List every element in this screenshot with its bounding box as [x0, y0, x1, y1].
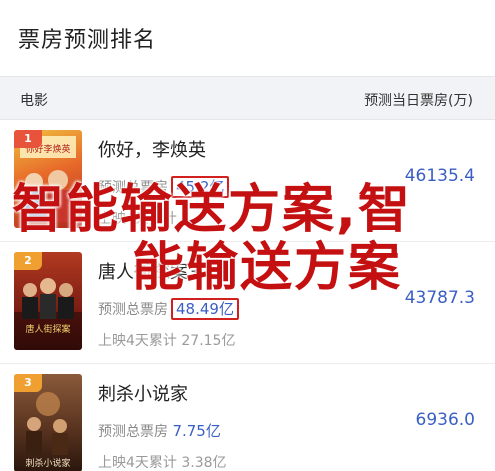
- predicted-total-value: 48.49亿: [171, 298, 239, 320]
- release-cumulative-line: 上映4天累计 27.15亿: [98, 330, 235, 350]
- movie-poster: 刺杀小说家 3: [14, 374, 82, 471]
- predicted-total-label: 预测总票房: [98, 302, 168, 318]
- film-name: 你好，李焕英: [98, 140, 206, 161]
- today-predicted-value: 46135.4: [404, 166, 475, 186]
- watermark-line-2: 能输送方案: [132, 238, 403, 298]
- table-header: 电影 预测当日票房(万): [0, 76, 495, 120]
- column-header-film: 电影: [20, 93, 48, 109]
- today-predicted-value: 43787.3: [404, 288, 475, 308]
- today-predicted-value: 6936.0: [415, 410, 475, 430]
- poster-title-text: 唐人街探案: [25, 323, 70, 335]
- release-cumulative-line: 上映4天累计 3.38亿: [98, 452, 227, 471]
- watermark-line-1: 智能输送方案,智: [12, 180, 412, 240]
- table-row[interactable]: 刺杀小说家 3 刺杀小说家 预测总票房 7.75亿 上映4天累计 3.38亿 6…: [0, 364, 495, 471]
- predicted-total-line: 预测总票房 48.49亿: [98, 298, 239, 320]
- release-cumulative-value: 27.15亿: [181, 333, 236, 349]
- header: 票房预测排名: [0, 0, 495, 76]
- rank-badge: 1: [14, 130, 42, 148]
- poster-title-text: 刺杀小说家: [25, 457, 70, 469]
- page-title: 票房预测排名: [18, 28, 157, 53]
- predicted-total-value: 7.75亿: [172, 422, 221, 440]
- release-cumulative-value: 3.38亿: [181, 455, 227, 471]
- rank-badge: 2: [14, 252, 42, 270]
- predicted-total-label: 预测总票房: [98, 424, 168, 440]
- column-header-pred-today: 预测当日票房(万): [364, 93, 473, 109]
- film-name: 刺杀小说家: [98, 384, 188, 405]
- release-cumulative-label: 上映4天累计: [98, 333, 177, 349]
- movie-poster: 唐人街探案 2: [14, 252, 82, 350]
- predicted-total-line: 预测总票房 7.75亿: [98, 420, 221, 441]
- release-cumulative-label: 上映4天累计: [98, 455, 177, 471]
- rank-badge: 3: [14, 374, 42, 392]
